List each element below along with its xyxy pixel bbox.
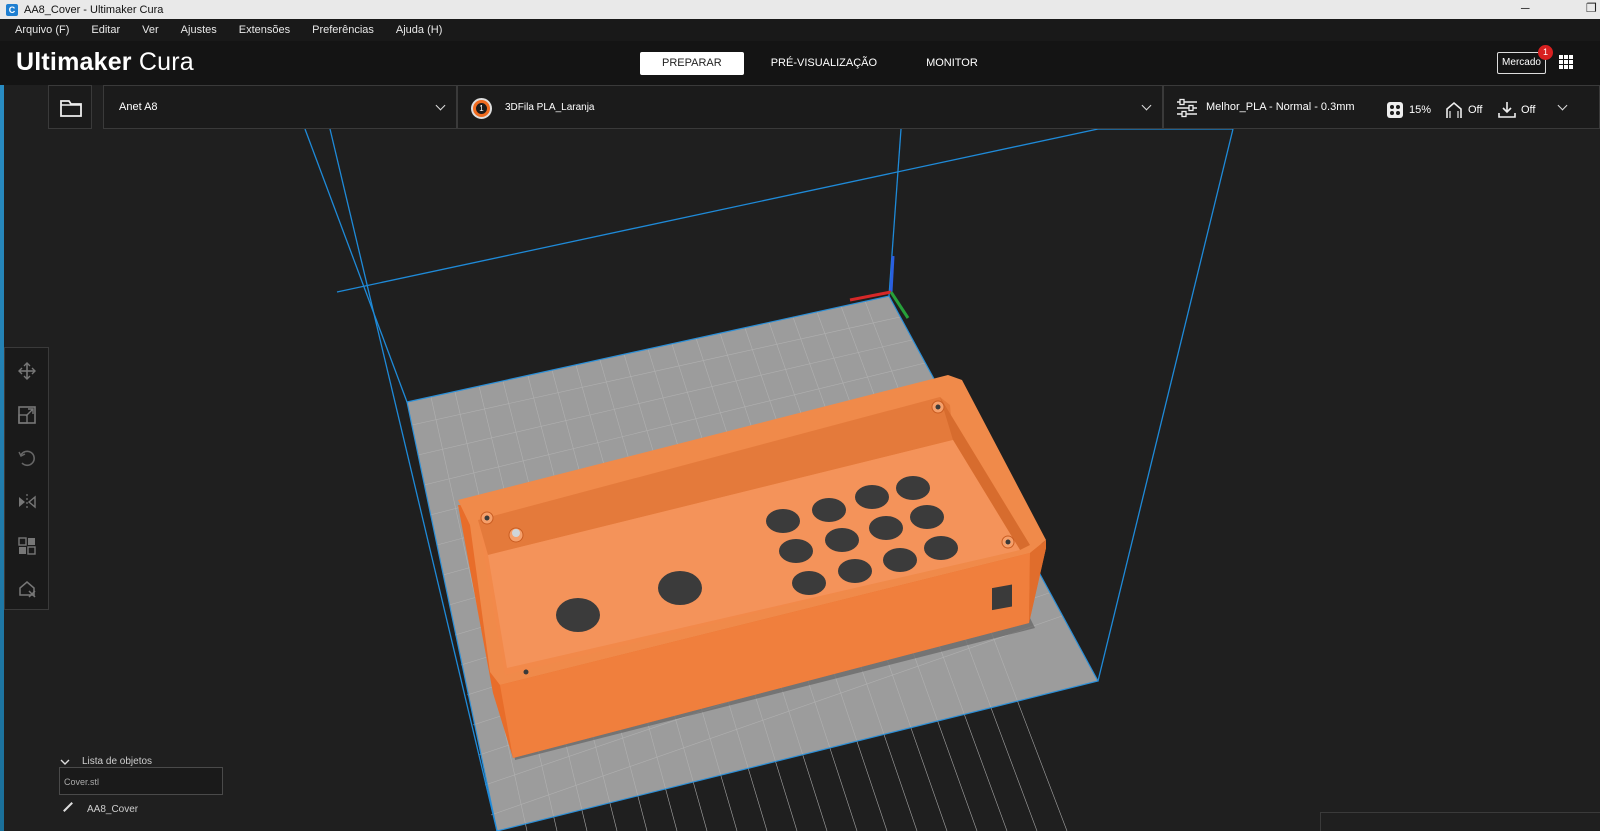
object-list-title: Lista de objetos (82, 756, 153, 767)
infill-value: 15% (1409, 104, 1432, 116)
infill-icon (1387, 102, 1403, 118)
rotate-icon[interactable] (17, 448, 37, 468)
tool-panel (4, 347, 49, 610)
move-icon[interactable] (17, 361, 37, 381)
job-name[interactable]: AA8_Cover (87, 804, 138, 815)
window-title: AA8_Cover - Ultimaker Cura (24, 3, 164, 16)
ultimaker-cura-logo: Ultimaker Cura (16, 48, 194, 77)
extruder-number: 1 (476, 103, 487, 114)
app-header: Ultimaker Cura PREPARAR PRÉ-VISUALIZAÇÃO… (0, 41, 1600, 85)
cura-window: C AA8_Cover - Ultimaker Cura ─ ❐ Arquivo… (0, 0, 1600, 831)
tab-preparar[interactable]: PREPARAR (640, 52, 744, 75)
3d-viewport[interactable] (0, 129, 1600, 831)
object-name: Cover.stl (64, 777, 100, 787)
title-bar: C AA8_Cover - Ultimaker Cura ─ ❐ (0, 0, 1600, 19)
tab-monitor[interactable]: MONITOR (904, 52, 1000, 75)
menu-preferencias[interactable]: Preferências (312, 24, 374, 36)
printer-name: Anet A8 (119, 101, 158, 113)
print-settings-selector[interactable]: Melhor_PLA - Normal - 0.3mm 15% Off Off (1163, 85, 1600, 129)
adhesion-setting: Off (1498, 101, 1535, 119)
chevron-down-icon (1141, 100, 1152, 111)
sliders-icon (1177, 98, 1197, 118)
infill-setting: 15% (1386, 101, 1431, 119)
menu-ajuda[interactable]: Ajuda (H) (396, 24, 442, 36)
chevron-down-icon (435, 100, 446, 111)
support-icon (1446, 101, 1462, 118)
object-list: Lista de objetos (60, 756, 152, 767)
profile-name: Melhor_PLA - Normal - 0.3mm (1206, 101, 1355, 113)
cura-app-icon: C (6, 3, 18, 16)
chevron-down-icon (1557, 100, 1568, 111)
scale-icon[interactable] (17, 405, 37, 425)
menu-editar[interactable]: Editar (91, 24, 120, 36)
extruder-icon: 1 (471, 98, 492, 119)
marketplace-notification-badge: 1 (1538, 45, 1553, 60)
support-value: Off (1468, 104, 1483, 116)
chevron-down-icon (60, 759, 70, 765)
tab-pre-visualizacao[interactable]: PRÉ-VISUALIZAÇÃO (749, 52, 899, 75)
stage-tabs: PREPARAR PRÉ-VISUALIZAÇÃO MONITOR (640, 52, 1005, 75)
minimize-icon[interactable]: ─ (1521, 1, 1530, 15)
per-model-settings-icon[interactable] (17, 536, 37, 556)
object-list-header[interactable]: Lista de objetos (60, 756, 152, 767)
material-name: 3DFila PLA_Laranja (505, 102, 595, 113)
material-selector[interactable]: 1 3DFila PLA_Laranja (457, 85, 1163, 129)
logo-brand: Ultimaker (16, 48, 132, 76)
open-file-button[interactable] (48, 85, 92, 129)
action-panel-edge (1320, 812, 1600, 831)
adhesion-icon (1498, 102, 1516, 118)
menu-arquivo[interactable]: Arquivo (F) (15, 24, 69, 36)
apps-grid-icon[interactable] (1559, 55, 1573, 69)
menu-bar: Arquivo (F) Editar Ver Ajustes Extensões… (0, 19, 1600, 41)
menu-ajustes[interactable]: Ajustes (181, 24, 217, 36)
logo-product: Cura (138, 48, 194, 76)
adhesion-value: Off (1521, 104, 1536, 116)
support-setting: Off (1445, 101, 1482, 119)
menu-extensoes[interactable]: Extensões (239, 24, 290, 36)
folder-icon (60, 100, 82, 117)
restore-icon[interactable]: ❐ (1586, 1, 1597, 15)
mirror-icon[interactable] (17, 492, 37, 512)
printer-selector[interactable]: Anet A8 (103, 85, 457, 129)
object-list-item[interactable]: Cover.stl (59, 767, 223, 795)
menu-ver[interactable]: Ver (142, 24, 159, 36)
support-blocker-icon[interactable] (17, 579, 37, 599)
